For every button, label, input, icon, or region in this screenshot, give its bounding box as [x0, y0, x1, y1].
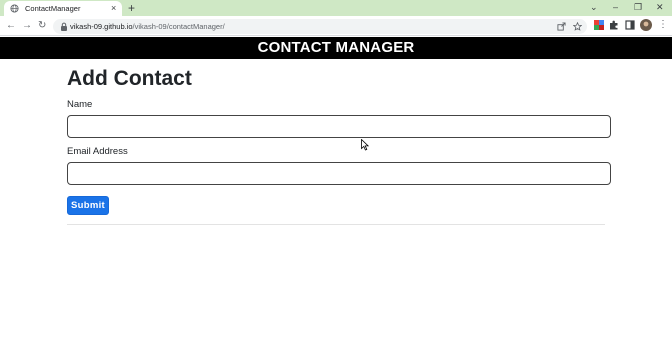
new-tab-button[interactable]: +: [128, 1, 135, 15]
page-title: Add Contact: [67, 67, 192, 90]
app-header: CONTACT MANAGER: [0, 37, 672, 59]
name-label: Name: [67, 99, 93, 110]
tab-close-icon[interactable]: ×: [111, 3, 116, 14]
browser-tabstrip: ContactManager × + ⌄ – ❐ ✕: [0, 0, 672, 16]
submit-button[interactable]: Submit: [67, 196, 109, 215]
tab-title: ContactManager: [25, 4, 81, 13]
lock-icon: [61, 22, 67, 31]
avatar[interactable]: [640, 19, 652, 31]
name-field[interactable]: [67, 115, 611, 138]
mouse-cursor-icon: [361, 139, 369, 151]
restore-icon[interactable]: ❐: [634, 1, 642, 13]
minimize-icon[interactable]: –: [613, 1, 618, 13]
address-bar[interactable]: vikash-09.github.io/vikash-09/contactMan…: [53, 19, 587, 34]
url-host: vikash-09.github.io: [70, 22, 133, 31]
browser-tab[interactable]: ContactManager ×: [4, 1, 122, 16]
tab-search-icon[interactable]: ⌄: [590, 1, 598, 13]
url-path: /vikash-09/contactManager/: [132, 22, 225, 31]
divider: [67, 224, 605, 225]
reload-icon[interactable]: ↻: [38, 19, 46, 33]
email-label: Email Address: [67, 146, 128, 157]
puzzle-icon[interactable]: [609, 20, 619, 30]
close-window-icon[interactable]: ✕: [656, 1, 664, 13]
side-panel-icon[interactable]: [625, 20, 635, 30]
email-field[interactable]: [67, 162, 611, 185]
url-text: vikash-09.github.io/vikash-09/contactMan…: [70, 21, 225, 32]
share-icon[interactable]: [557, 22, 566, 31]
extension-icon[interactable]: [594, 20, 604, 30]
back-icon[interactable]: ←: [6, 19, 16, 33]
menu-kebab-icon[interactable]: ⋮: [658, 18, 668, 32]
globe-icon: [10, 4, 19, 13]
browser-toolbar: ← → ↻ vikash-09.github.io/vikash-09/cont…: [0, 16, 672, 36]
app-title: CONTACT MANAGER: [257, 39, 415, 56]
bookmark-star-icon[interactable]: [573, 22, 582, 31]
forward-icon[interactable]: →: [22, 19, 32, 33]
